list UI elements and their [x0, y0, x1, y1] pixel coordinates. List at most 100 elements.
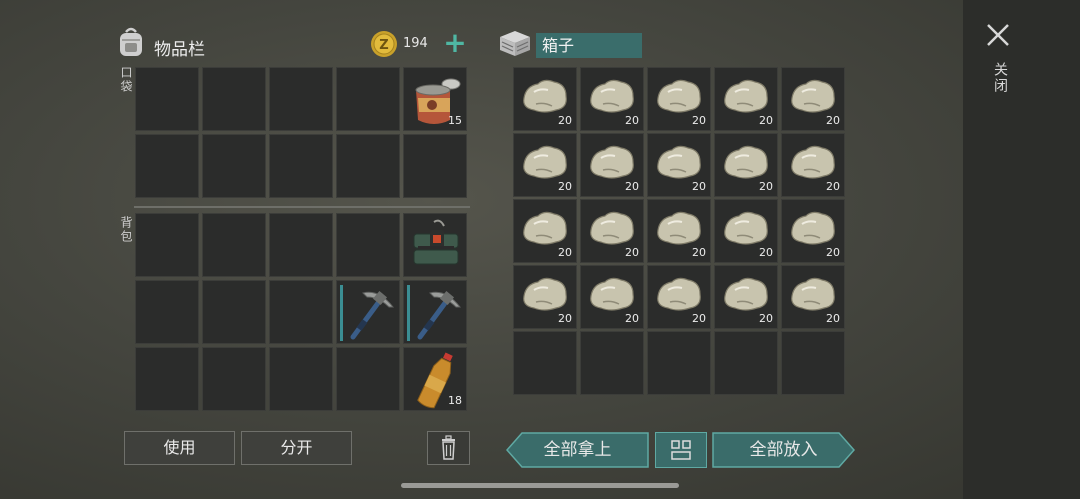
backpack-slot[interactable]: [403, 213, 467, 277]
pocket-slot[interactable]: [135, 134, 199, 198]
item-count: 20: [558, 180, 572, 193]
take-all-button[interactable]: 全部拿上: [505, 432, 649, 468]
pocket-slot[interactable]: [336, 134, 400, 198]
box-slot[interactable]: [714, 331, 778, 395]
box-slot[interactable]: 20: [580, 199, 644, 263]
backpack-slot[interactable]: [202, 347, 266, 411]
pickaxe-icon: [350, 290, 395, 340]
trash-icon: [442, 435, 455, 460]
item-count: 20: [625, 246, 639, 259]
backpack-slot[interactable]: [336, 213, 400, 277]
backpack-slot[interactable]: [269, 347, 333, 411]
backpack-slot[interactable]: 18: [403, 347, 467, 411]
box-slot[interactable]: 20: [513, 265, 577, 329]
item-count: 20: [826, 246, 840, 259]
backpack-slot[interactable]: [336, 347, 400, 411]
backpack-slot[interactable]: [336, 280, 400, 344]
inventory-title: 物品栏: [154, 40, 205, 60]
box-name-field[interactable]: 箱子: [536, 33, 642, 58]
box-icon: [500, 31, 530, 56]
close-button[interactable]: 关闭: [990, 62, 1010, 94]
pickaxe-icon: [417, 290, 462, 340]
pocket-slot[interactable]: [202, 134, 266, 198]
item-count: 20: [826, 312, 840, 325]
item-count: 20: [558, 114, 572, 127]
backpack-slot[interactable]: [135, 280, 199, 344]
box-slot[interactable]: 20: [781, 199, 845, 263]
box-slot[interactable]: 20: [714, 133, 778, 197]
backpack-slot[interactable]: [202, 280, 266, 344]
item-count: 18: [448, 394, 462, 407]
item-count: 20: [625, 114, 639, 127]
box-slot[interactable]: 20: [647, 67, 711, 131]
box-slot[interactable]: 20: [580, 67, 644, 131]
svg-text:Z: Z: [379, 38, 388, 53]
item-count: 20: [826, 114, 840, 127]
put-all-button[interactable]: 全部放入: [712, 432, 856, 468]
box-slot[interactable]: 20: [714, 199, 778, 263]
item-count: 20: [625, 180, 639, 193]
backpack-slot[interactable]: [135, 347, 199, 411]
pocket-slot[interactable]: [202, 67, 266, 131]
box-slot[interactable]: [647, 331, 711, 395]
item-count: 20: [692, 246, 706, 259]
item-count: 20: [625, 312, 639, 325]
item-count: 20: [759, 246, 773, 259]
coin-icon: Z: [371, 31, 397, 57]
item-count: 20: [759, 180, 773, 193]
box-slot[interactable]: 20: [781, 67, 845, 131]
item-count: 20: [558, 312, 572, 325]
box-slot[interactable]: 20: [714, 67, 778, 131]
sort-button[interactable]: [655, 432, 707, 468]
box-slot[interactable]: 20: [781, 133, 845, 197]
box-slot[interactable]: 20: [714, 265, 778, 329]
box-slot[interactable]: [781, 331, 845, 395]
backpack-label: 背包: [119, 216, 133, 244]
close-icon[interactable]: [985, 22, 1011, 48]
backpack-slot[interactable]: [403, 280, 467, 344]
box-slot[interactable]: 20: [580, 133, 644, 197]
item-count: 20: [759, 114, 773, 127]
pocket-slot[interactable]: [135, 67, 199, 131]
trash-button[interactable]: [427, 431, 470, 465]
home-indicator[interactable]: [401, 483, 679, 488]
backpack-slot[interactable]: [269, 213, 333, 277]
backpack-slot[interactable]: [135, 213, 199, 277]
coin-count: 194: [403, 36, 428, 51]
item-count: 20: [692, 180, 706, 193]
pocket-label: 口袋: [119, 66, 133, 94]
take-all-label: 全部拿上: [543, 440, 612, 460]
add-coins-button[interactable]: +: [443, 29, 467, 58]
grid-icon: [671, 440, 691, 460]
backpack-slot[interactable]: [269, 280, 333, 344]
pocket-slot[interactable]: 15: [403, 67, 467, 131]
item-count: 20: [558, 246, 572, 259]
pocket-slot[interactable]: [403, 134, 467, 198]
pocket-slot[interactable]: [269, 67, 333, 131]
section-divider: [134, 206, 470, 208]
pocket-slot[interactable]: [269, 134, 333, 198]
box-slot[interactable]: 20: [513, 133, 577, 197]
item-count: 20: [826, 180, 840, 193]
box-slot[interactable]: [513, 331, 577, 395]
backpack-icon: [120, 27, 142, 56]
explosive-charge-icon: [413, 219, 459, 265]
side-panel: [963, 0, 1080, 499]
backpack-slot[interactable]: [202, 213, 266, 277]
pocket-slot[interactable]: [336, 67, 400, 131]
item-count: 20: [692, 312, 706, 325]
box-slot[interactable]: 20: [781, 265, 845, 329]
box-slot[interactable]: 20: [513, 67, 577, 131]
box-slot[interactable]: 20: [647, 133, 711, 197]
split-button[interactable]: 分开: [241, 431, 352, 465]
box-slot[interactable]: 20: [647, 199, 711, 263]
box-slot[interactable]: 20: [647, 265, 711, 329]
box-slot[interactable]: 20: [513, 199, 577, 263]
box-slot[interactable]: [580, 331, 644, 395]
item-count: 15: [448, 114, 462, 127]
put-all-label: 全部放入: [749, 440, 818, 460]
item-count: 20: [692, 114, 706, 127]
use-button[interactable]: 使用: [124, 431, 235, 465]
box-slot[interactable]: 20: [580, 265, 644, 329]
item-count: 20: [759, 312, 773, 325]
